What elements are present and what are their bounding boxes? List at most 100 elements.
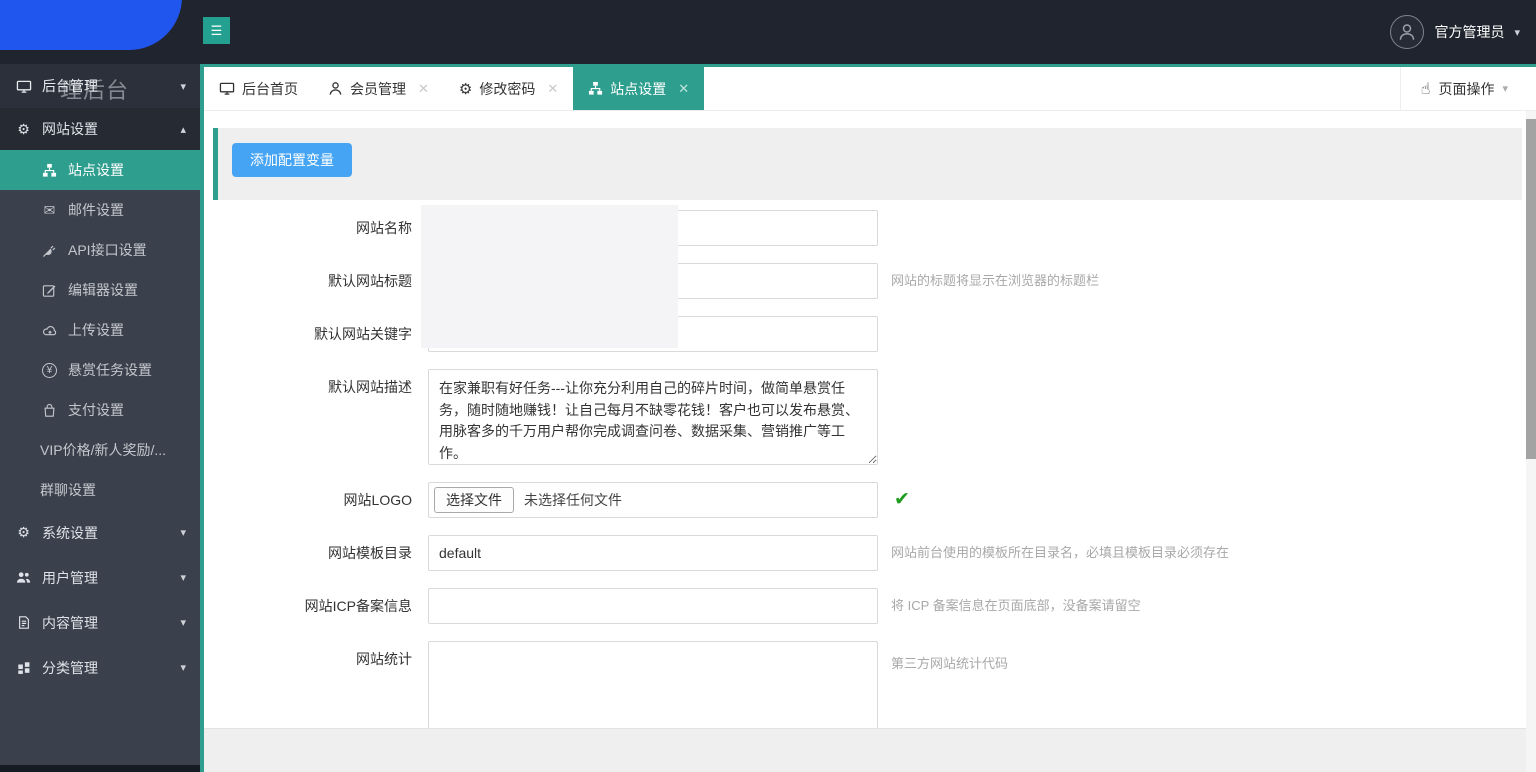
user-menu[interactable]: 官方管理员 ▾ [1390, 0, 1520, 64]
footer-band [204, 728, 1536, 772]
sidebar-toggle-button[interactable]: ☰ [203, 17, 230, 44]
sidebar-divider [200, 64, 204, 772]
field-hint: 第三方网站统计代码 [891, 653, 1008, 672]
field-label: 网站统计 [204, 641, 428, 677]
sidebar-header-label: 后台管理 [42, 76, 98, 96]
field-label: 默认网站关键字 [204, 316, 428, 352]
file-status-text: 未选择任何文件 [524, 490, 622, 510]
sidebar-item-group-chat-settings[interactable]: 群聊设置 [0, 470, 200, 510]
sidebar-item-upload-settings[interactable]: 上传设置 [0, 310, 200, 350]
autofill-overlay [421, 205, 678, 348]
page-actions-label: 页面操作 [1438, 79, 1494, 99]
sidebar-item-label: 编辑器设置 [68, 280, 138, 300]
form-row-icp: 网站ICP备案信息 将 ICP 备案信息在页面底部，没备案请留空 [204, 588, 1536, 624]
logo-file-input[interactable]: 选择文件 未选择任何文件 [428, 482, 878, 518]
sidebar-item-mail-settings[interactable]: ✉ 邮件设置 [0, 190, 200, 230]
sidebar-item-label: 上传设置 [68, 320, 124, 340]
sidebar-item-content-management[interactable]: 内容管理 ▾ [0, 600, 200, 645]
sidebar-item-user-management[interactable]: 用户管理 ▾ [0, 555, 200, 600]
sidebar-item-system-settings[interactable]: ⚙ 系统设置 ▾ [0, 510, 200, 555]
close-icon[interactable]: ✕ [418, 81, 429, 97]
sidebar-item-editor-settings[interactable]: 编辑器设置 [0, 270, 200, 310]
plug-icon [40, 243, 59, 258]
close-icon[interactable]: ✕ [547, 81, 558, 97]
tab-change-password[interactable]: ⚙ 修改密码 ✕ [444, 67, 573, 110]
tab-site-settings[interactable]: 站点设置 ✕ [573, 67, 704, 110]
icp-info-input[interactable] [428, 588, 878, 624]
form-row-default-keywords: 默认网站关键字 [204, 316, 1536, 352]
scrollbar-thumb[interactable] [1526, 119, 1536, 459]
tab-members[interactable]: 会员管理 ✕ [313, 67, 444, 110]
sidebar-item-api-settings[interactable]: API接口设置 [0, 230, 200, 270]
sidebar-item-label: VIP价格/新人奖励/... [40, 440, 166, 460]
sidebar-item-label: 支付设置 [68, 400, 124, 420]
sidebar-item-label: 群聊设置 [40, 480, 96, 500]
field-label: 默认网站标题 [204, 263, 428, 299]
field-label: 网站模板目录 [204, 535, 428, 571]
sidebar-item-label: 用户管理 [42, 568, 98, 588]
chevron-down-icon: ▾ [1514, 26, 1520, 39]
tab-dashboard[interactable]: 后台首页 [204, 67, 313, 110]
sidebar-item-label: 内容管理 [42, 613, 98, 633]
monitor-icon [219, 81, 235, 96]
bag-icon [40, 403, 59, 418]
topbar: ☰ 官方管理员 ▾ [0, 0, 1536, 64]
tab-bar: 后台首页 会员管理 ✕ ⚙ 修改密码 ✕ [204, 64, 1536, 111]
close-icon[interactable]: ✕ [678, 81, 689, 97]
chevron-down-icon: ▾ [180, 616, 186, 629]
sidebar-header[interactable]: 后台管理 理后台 ▾ [0, 64, 200, 108]
check-icon: ✔ [894, 482, 910, 518]
field-label: 网站ICP备案信息 [204, 588, 428, 624]
tab-label: 会员管理 [350, 79, 406, 99]
sidebar-item-website-settings[interactable]: ⚙ 网站设置 ▴ [0, 108, 200, 150]
sidebar-item-site-settings[interactable]: 站点设置 [0, 150, 200, 190]
chevron-down-icon: ▾ [1502, 82, 1508, 95]
sidebar-item-label: 悬赏任务设置 [68, 360, 152, 380]
template-dir-input[interactable] [428, 535, 878, 571]
sidebar-item-label: API接口设置 [68, 240, 147, 260]
yen-circle-icon: ¥ [40, 363, 59, 378]
add-config-variable-button[interactable]: 添加配置变量 [232, 143, 352, 177]
grid-icon [14, 661, 33, 675]
form-row-default-title: 默认网站标题 网站的标题将显示在浏览器的标题栏 [204, 263, 1536, 299]
chevron-down-icon: ▾ [180, 526, 186, 539]
sidebar-item-label: 站点设置 [68, 160, 124, 180]
tab-label: 后台首页 [242, 79, 298, 99]
sidebar-item-label: 邮件设置 [68, 200, 124, 220]
choose-file-button[interactable]: 选择文件 [434, 487, 514, 513]
sidebar-item-category-management[interactable]: 分类管理 ▾ [0, 645, 200, 690]
tab-label: 修改密码 [479, 79, 535, 99]
person-icon [1397, 22, 1417, 42]
sidebar-item-vip-price[interactable]: VIP价格/新人奖励/... [0, 430, 200, 470]
mail-icon: ✉ [40, 202, 59, 219]
user-name: 官方管理员 [1434, 22, 1504, 42]
vertical-scrollbar[interactable] [1526, 111, 1536, 772]
logo-blob [0, 0, 182, 50]
form-row-site-name: 网站名称 [204, 210, 1536, 246]
chevron-down-icon: ▾ [180, 80, 186, 93]
tab-label: 站点设置 [610, 79, 666, 99]
form-row-site-logo: 网站LOGO 选择文件 未选择任何文件 ✔ [204, 482, 1536, 518]
page-actions-dropdown[interactable]: ☝ 页面操作 ▾ [1400, 67, 1536, 110]
main-area: 后台首页 会员管理 ✕ ⚙ 修改密码 ✕ [204, 64, 1536, 772]
sitemap-icon [40, 163, 59, 178]
document-icon [14, 615, 33, 630]
monitor-icon [14, 79, 33, 94]
field-hint: 网站的标题将显示在浏览器的标题栏 [891, 263, 1099, 299]
default-description-textarea[interactable]: 在家兼职有好任务---让你充分利用自己的碎片时间，做简单悬赏任务，随时随地赚钱！… [428, 369, 878, 465]
sidebar-item-reward-task-settings[interactable]: ¥ 悬赏任务设置 [0, 350, 200, 390]
form-row-template-dir: 网站模板目录 网站前台使用的模板所在目录名，必填且模板目录必须存在 [204, 535, 1536, 571]
users-icon [14, 570, 33, 585]
cloud-upload-icon [40, 323, 59, 338]
gear-icon: ⚙ [14, 524, 33, 541]
sidebar-item-payment-settings[interactable]: 支付设置 [0, 390, 200, 430]
sidebar: 后台管理 理后台 ▾ ⚙ 网站设置 ▴ 站点设置 ✉ 邮件设置 AP [0, 64, 200, 772]
sidebar-item-label: 分类管理 [42, 658, 98, 678]
person-icon [328, 81, 343, 96]
field-hint: 网站前台使用的模板所在目录名，必填且模板目录必须存在 [891, 535, 1229, 571]
field-label: 网站LOGO [204, 482, 428, 518]
avatar [1390, 15, 1424, 49]
chevron-down-icon: ▾ [180, 661, 186, 674]
gears-icon: ⚙ [14, 121, 33, 138]
hand-pointer-icon: ☝ [1421, 79, 1431, 99]
